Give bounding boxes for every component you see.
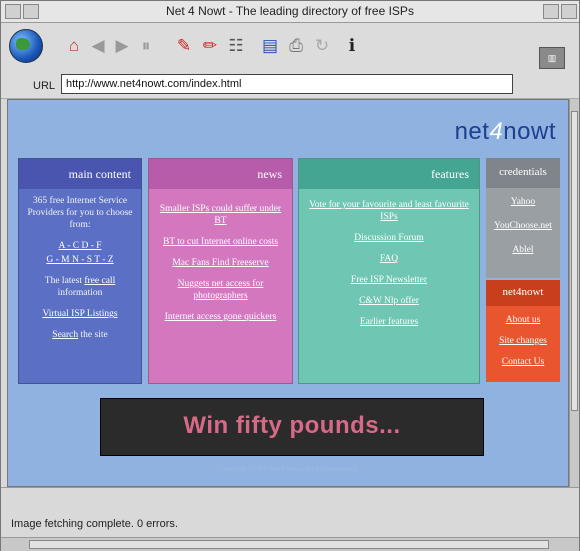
credential-link[interactable]: Yahoo bbox=[511, 197, 535, 207]
feature-link[interactable]: Discussion Forum bbox=[354, 233, 423, 243]
horizontal-scroll-thumb[interactable] bbox=[29, 540, 549, 549]
history-icon[interactable]: ☷ bbox=[225, 35, 247, 57]
features-panel: features Vote for your favourite and lea… bbox=[298, 158, 480, 384]
iconise-icon[interactable] bbox=[543, 4, 559, 19]
news-link[interactable]: Internet access gone quickers bbox=[165, 312, 277, 322]
feature-link[interactable]: C&W Nlp offer bbox=[359, 296, 419, 306]
net4nowt-heading: net4nowt bbox=[486, 280, 560, 306]
information-text: information bbox=[57, 288, 103, 298]
status-text: Image fetching complete. 0 errors. bbox=[11, 518, 178, 530]
logo-text-4: 4 bbox=[489, 118, 504, 145]
site-changes-link[interactable]: Site changes bbox=[499, 336, 547, 346]
alpha-links-row-1[interactable]: A - C D - F bbox=[58, 241, 101, 251]
advert-banner[interactable]: Win fifty pounds... bbox=[100, 398, 484, 456]
feature-link[interactable]: Free ISP Newsletter bbox=[351, 275, 427, 285]
news-link[interactable]: Mac Fans Find Freeserve bbox=[172, 258, 268, 268]
credential-link[interactable]: Ablel bbox=[512, 245, 533, 255]
browser-logo-icon[interactable]: ▥ bbox=[539, 47, 565, 69]
horizontal-scrollbar[interactable] bbox=[1, 537, 579, 551]
vertical-scroll-thumb[interactable] bbox=[571, 111, 578, 411]
main-content-heading: main content bbox=[19, 159, 141, 189]
title-bar[interactable]: Net 4 Nowt - The leading directory of fr… bbox=[1, 1, 579, 23]
news-link[interactable]: Nuggets net access for photographers bbox=[178, 279, 264, 301]
latest-text: The latest bbox=[44, 276, 82, 286]
back-icon[interactable]: ◀ bbox=[87, 35, 109, 57]
contact-us-link[interactable]: Contact Us bbox=[502, 357, 544, 367]
globe-icon[interactable] bbox=[9, 29, 43, 63]
vertical-scrollbar[interactable] bbox=[569, 99, 579, 487]
search-suffix-text: the site bbox=[80, 330, 108, 340]
browser-window: Net 4 Nowt - The leading directory of fr… bbox=[0, 0, 580, 551]
reload-icon[interactable]: ↻ bbox=[311, 35, 333, 57]
alpha-links-row-2[interactable]: G - M N - S T - Z bbox=[46, 255, 113, 265]
window-title: Net 4 Nowt - The leading directory of fr… bbox=[166, 4, 414, 18]
add-hotlist-icon[interactable]: ✎ bbox=[173, 35, 195, 57]
credentials-heading: credentials bbox=[486, 158, 560, 188]
info-icon[interactable]: ℹ bbox=[341, 35, 363, 57]
forward-icon[interactable]: ▶ bbox=[111, 35, 133, 57]
url-label: URL bbox=[33, 80, 56, 92]
feature-link[interactable]: Earlier features bbox=[360, 317, 418, 327]
site-logo[interactable]: net4nowt bbox=[455, 118, 556, 146]
news-link[interactable]: BT to cut Internet online costs bbox=[163, 237, 278, 247]
edit-icon[interactable]: ✏ bbox=[199, 35, 221, 57]
free-call-link[interactable]: free call bbox=[84, 276, 115, 286]
copyright-text: Copyright ©1999 Net 4 Nowt. All rights r… bbox=[217, 465, 359, 473]
virtual-isp-link[interactable]: Virtual ISP Listings bbox=[42, 309, 117, 319]
logo-text-net: net bbox=[454, 118, 490, 145]
credentials-panel: credentials Yahoo YouChoose.net Ablel bbox=[486, 158, 560, 278]
side-panels: credentials Yahoo YouChoose.net Ablel ne… bbox=[486, 158, 562, 382]
save-icon[interactable]: ▤ bbox=[259, 35, 281, 57]
news-heading: news bbox=[149, 159, 292, 189]
about-us-link[interactable]: About us bbox=[506, 315, 541, 325]
credential-link[interactable]: YouChoose.net bbox=[494, 221, 552, 231]
features-heading: features bbox=[299, 159, 479, 189]
search-link[interactable]: Search bbox=[52, 330, 78, 340]
feature-link[interactable]: Vote for your favourite and least favour… bbox=[309, 200, 469, 222]
news-panel: news Smaller ISPs could suffer under BT … bbox=[148, 158, 293, 384]
isp-count-text: 365 free Internet Service Providers for … bbox=[27, 196, 133, 230]
home-icon[interactable]: ⌂ bbox=[63, 35, 85, 57]
stop-icon[interactable]: ⏸ bbox=[135, 35, 157, 57]
page-content: net4nowt main content 365 free Internet … bbox=[7, 99, 569, 487]
url-input[interactable] bbox=[61, 74, 513, 94]
feature-link[interactable]: FAQ bbox=[380, 254, 398, 264]
main-content-panel: main content 365 free Internet Service P… bbox=[18, 158, 142, 384]
toggle-size-icon[interactable] bbox=[561, 4, 577, 19]
print-icon[interactable]: ⎙ bbox=[285, 35, 307, 57]
toolbar: ⌂ ◀ ▶ ⏸ ✎ ✏ ☷ ▤ ⎙ ↻ ℹ ▥ URL bbox=[1, 23, 579, 99]
net4nowt-panel: net4nowt About us Site changes Contact U… bbox=[486, 280, 560, 382]
status-bar: Image fetching complete. 0 errors. bbox=[1, 487, 579, 537]
news-link[interactable]: Smaller ISPs could suffer under BT bbox=[160, 204, 281, 226]
logo-text-nowt: nowt bbox=[503, 118, 556, 145]
banner-text: Win fifty pounds... bbox=[183, 412, 401, 439]
